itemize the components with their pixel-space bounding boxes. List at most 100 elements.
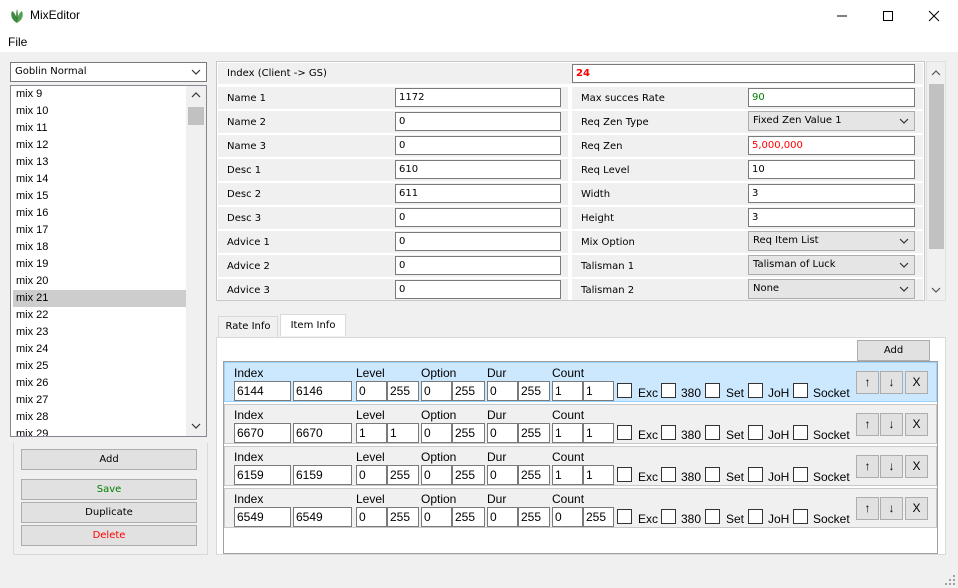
remove-item-button[interactable]: X (905, 371, 928, 394)
item-index-from-field[interactable]: 6549 (234, 507, 291, 527)
minimize-button[interactable] (819, 0, 865, 31)
mix-option-select[interactable]: Req Item List (748, 231, 915, 251)
socket-checkbox[interactable] (793, 425, 808, 440)
list-item[interactable]: mix 18 (13, 239, 186, 256)
item-dur-max-field[interactable]: 255 (518, 507, 550, 527)
list-item[interactable]: mix 12 (13, 137, 186, 154)
tab-rate-info[interactable]: Rate Info (218, 316, 278, 337)
item-option-min-field[interactable]: 0 (421, 381, 452, 401)
duplicate-button[interactable]: Duplicate (21, 502, 197, 523)
list-scroll-thumb[interactable] (188, 107, 204, 125)
exc-checkbox[interactable] (617, 425, 632, 440)
tab-item-info[interactable]: Item Info (280, 314, 346, 336)
list-item[interactable]: mix 26 (13, 375, 186, 392)
req-zen-type-select[interactable]: Fixed Zen Value 1 (748, 111, 915, 131)
list-item[interactable]: mix 27 (13, 392, 186, 409)
item-option-min-field[interactable]: 0 (421, 507, 452, 527)
move-down-button[interactable]: ↓ (880, 497, 903, 520)
list-item[interactable]: mix 21 (13, 290, 186, 307)
maximize-button[interactable] (865, 0, 911, 31)
item-level-max-field[interactable]: 255 (387, 381, 419, 401)
item-option-max-field[interactable]: 255 (452, 423, 485, 443)
desc-3-field[interactable]: 0 (395, 208, 561, 227)
item-dur-min-field[interactable]: 0 (487, 465, 518, 485)
desc-2-field[interactable]: 611 (395, 184, 561, 203)
list-scrollbar[interactable] (186, 86, 206, 436)
move-down-button[interactable]: ↓ (880, 371, 903, 394)
item-level-min-field[interactable]: 1 (356, 423, 387, 443)
item-dur-max-field[interactable]: 255 (518, 381, 550, 401)
height-field[interactable]: 3 (748, 208, 915, 227)
mix-group-select[interactable]: Goblin Normal (10, 62, 207, 82)
req-zen-field[interactable]: 5,000,000 (748, 136, 915, 155)
list-item[interactable]: mix 20 (13, 273, 186, 290)
delete-button[interactable]: Delete (21, 525, 197, 546)
list-item[interactable]: mix 15 (13, 188, 186, 205)
item-index-from-field[interactable]: 6144 (234, 381, 291, 401)
menu-file[interactable]: File (8, 35, 27, 49)
remove-item-button[interactable]: X (905, 455, 928, 478)
item-option-max-field[interactable]: 255 (452, 507, 485, 527)
move-down-button[interactable]: ↓ (880, 413, 903, 436)
list-item[interactable]: mix 23 (13, 324, 186, 341)
item-count-max-field[interactable]: 1 (583, 465, 614, 485)
move-up-button[interactable]: ↑ (856, 413, 879, 436)
item-row[interactable]: Index Level Option Dur Count 6549 6549 0 255 0 255… (224, 488, 937, 528)
list-item[interactable]: mix 13 (13, 154, 186, 171)
item-option-max-field[interactable]: 255 (452, 465, 485, 485)
list-item[interactable]: mix 9 (13, 86, 186, 103)
save-button[interactable]: Save (21, 479, 197, 500)
item-count-min-field[interactable]: 1 (552, 381, 583, 401)
max-succes-rate-field[interactable]: 90 (748, 88, 915, 107)
joh-checkbox[interactable] (748, 509, 763, 524)
name-1-field[interactable]: 1172 (395, 88, 561, 107)
item-index-to-field[interactable]: 6159 (293, 465, 352, 485)
item-index-to-field[interactable]: 6670 (293, 423, 352, 443)
item-count-min-field[interactable]: 0 (552, 507, 583, 527)
list-item[interactable]: mix 28 (13, 409, 186, 426)
socket-checkbox[interactable] (793, 383, 808, 398)
item-count-max-field[interactable]: 255 (583, 507, 614, 527)
remove-item-button[interactable]: X (905, 497, 928, 520)
socket-checkbox[interactable] (793, 509, 808, 524)
resize-grip-icon[interactable] (944, 574, 956, 586)
item-level-min-field[interactable]: 0 (356, 465, 387, 485)
list-item[interactable]: mix 19 (13, 256, 186, 273)
close-button[interactable] (911, 0, 957, 31)
v380-checkbox[interactable] (661, 425, 676, 440)
list-item[interactable]: mix 22 (13, 307, 186, 324)
item-index-from-field[interactable]: 6159 (234, 465, 291, 485)
advice-2-field[interactable]: 0 (395, 256, 561, 275)
req-level-field[interactable]: 10 (748, 160, 915, 179)
item-dur-min-field[interactable]: 0 (487, 423, 518, 443)
item-count-max-field[interactable]: 1 (583, 381, 614, 401)
advice-1-field[interactable]: 0 (395, 232, 561, 251)
add-item-button[interactable]: Add (857, 340, 930, 361)
item-dur-max-field[interactable]: 255 (518, 465, 550, 485)
item-option-min-field[interactable]: 0 (421, 465, 452, 485)
v380-checkbox[interactable] (661, 509, 676, 524)
list-item[interactable]: mix 16 (13, 205, 186, 222)
item-level-max-field[interactable]: 1 (387, 423, 419, 443)
exc-checkbox[interactable] (617, 467, 632, 482)
advice-3-field[interactable]: 0 (395, 280, 561, 299)
item-row[interactable]: Index Level Option Dur Count 6159 6159 0 255 0 255… (224, 446, 937, 486)
set-checkbox[interactable] (705, 383, 720, 398)
v380-checkbox[interactable] (661, 383, 676, 398)
name-3-field[interactable]: 0 (395, 136, 561, 155)
joh-checkbox[interactable] (748, 383, 763, 398)
item-row[interactable]: Index Level Option Dur Count 6670 6670 1 1 0 255 0 2… (224, 404, 937, 444)
index-field[interactable]: 24 (572, 64, 915, 83)
list-item[interactable]: mix 29 (13, 426, 186, 436)
set-checkbox[interactable] (705, 509, 720, 524)
exc-checkbox[interactable] (617, 509, 632, 524)
item-level-max-field[interactable]: 255 (387, 465, 419, 485)
move-up-button[interactable]: ↑ (856, 497, 879, 520)
move-up-button[interactable]: ↑ (856, 455, 879, 478)
item-count-min-field[interactable]: 1 (552, 465, 583, 485)
joh-checkbox[interactable] (748, 467, 763, 482)
talisman-1-select[interactable]: Talisman of Luck (748, 255, 915, 275)
grid-scrollbar[interactable] (926, 61, 946, 301)
grid-scroll-thumb[interactable] (929, 84, 944, 249)
item-count-min-field[interactable]: 1 (552, 423, 583, 443)
